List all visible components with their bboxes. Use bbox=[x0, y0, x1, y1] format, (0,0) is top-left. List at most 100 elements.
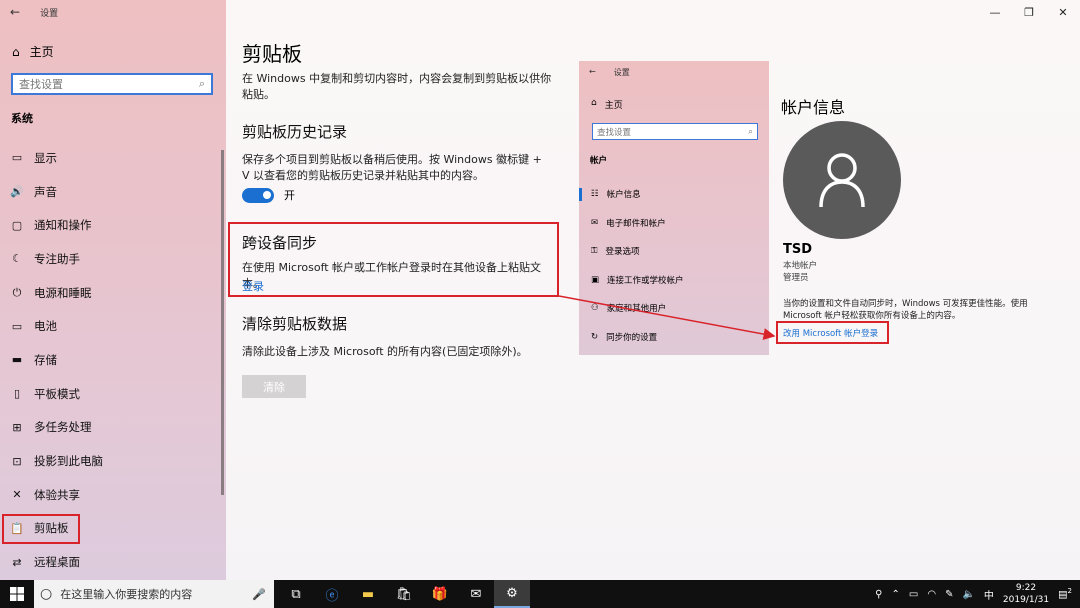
taskbar-search-input[interactable]: ○ 在这里输入你要搜索的内容 🎤 bbox=[34, 580, 274, 608]
clock-date: 2019/1/31 bbox=[1002, 595, 1050, 605]
account-role: 管理员 bbox=[783, 273, 809, 283]
sidebar-item[interactable]: ▢ 通知和操作 bbox=[0, 208, 226, 242]
sidebar: ← 设置 ⌂ 主页 查找设置 ⌕ 系统 ▭ 显示 🔊 声音 ▢ 通知和操作 ☾ 专注助手 ⏻ 电源… bbox=[0, 0, 226, 580]
volume-icon[interactable]: 🔈 bbox=[962, 589, 974, 600]
search-icon: ⌕ bbox=[198, 77, 205, 90]
battery-tray-icon[interactable]: ▭ bbox=[909, 589, 918, 600]
account-type: 本地帐户 bbox=[783, 261, 818, 271]
share-icon: ✕ bbox=[12, 488, 22, 502]
app-title: 设置 bbox=[40, 8, 59, 19]
power-icon: ⏻ bbox=[12, 285, 22, 299]
sidebar-item[interactable]: ☾ 专注助手 bbox=[0, 242, 226, 276]
sidebar-item[interactable]: ⊞ 多任务处理 bbox=[0, 411, 226, 445]
microphone-icon[interactable]: 🎤 bbox=[252, 588, 266, 601]
home-icon: ⌂ bbox=[12, 44, 20, 59]
sidebar-item-label: 显示 bbox=[34, 150, 57, 165]
toggle-label: 开 bbox=[284, 189, 295, 202]
inset-back-arrow-icon: ← bbox=[589, 67, 596, 76]
start-button[interactable] bbox=[0, 580, 34, 608]
history-toggle[interactable] bbox=[242, 187, 274, 203]
sidebar-item[interactable]: ✕ 体验共享 bbox=[0, 478, 226, 512]
minimize-icon[interactable]: — bbox=[978, 0, 1012, 24]
title-bar: ← 设置 bbox=[10, 4, 58, 20]
file-explorer-icon[interactable]: ▬ bbox=[350, 580, 386, 608]
system-tray: ⚲ ⌃ ▭ ◠ ✎ 🔈 中 9:22 2019/1/31 ▤2 bbox=[875, 580, 1080, 608]
switch-microsoft-account-link[interactable]: 改用 Microsoft 帐户登录 bbox=[776, 321, 889, 344]
clock[interactable]: 9:22 2019/1/31 bbox=[1003, 582, 1049, 606]
store-icon[interactable]: 🛍 bbox=[386, 580, 422, 608]
inset-nav-item: ▣ 连接工作或学校帐户 bbox=[579, 266, 769, 295]
inset-settings-screenshot: ← 设置 ⌂ 主页 查找设置 ⌕ 帐户 ☷ 帐户信息 ✉ 电子邮件和帐户 ⚿ 登录选项 ▣ 连… bbox=[579, 61, 769, 355]
sidebar-item-label: 存储 bbox=[34, 352, 57, 367]
action-center-icon[interactable]: ▤2 bbox=[1058, 587, 1072, 600]
inset-nav-item-label: 帐户信息 bbox=[606, 190, 641, 201]
sidebar-item[interactable]: ▭ 显示 bbox=[0, 141, 226, 175]
back-arrow-icon[interactable]: ← bbox=[10, 5, 20, 19]
windows-logo-icon bbox=[10, 587, 24, 601]
intro-text: 在 Windows 中复制和剪切内容时，内容会复制到剪贴板以供你粘贴。 bbox=[242, 72, 552, 101]
clear-heading: 清除剪贴板数据 bbox=[242, 315, 348, 333]
close-icon[interactable]: ✕ bbox=[1046, 0, 1080, 24]
inset-nav-item-label: 家庭和其他用户 bbox=[606, 304, 667, 315]
sidebar-item[interactable]: 🔊 声音 bbox=[0, 175, 226, 209]
account-name: TSD bbox=[783, 242, 813, 257]
inset-search-icon: ⌕ bbox=[748, 126, 753, 137]
sidebar-item-label: 多任务处理 bbox=[34, 420, 92, 435]
nav-list: ▭ 显示 🔊 声音 ▢ 通知和操作 ☾ 专注助手 ⏻ 电源和睡眠 ▭ 电池 ▬ 存储 ▯ 平板模式 ⊞ 多任务处理… bbox=[0, 141, 226, 579]
inset-home-label: 主页 bbox=[604, 101, 623, 111]
people-icon[interactable]: ⚲ bbox=[875, 589, 882, 600]
inset-nav-item: ⚇ 家庭和其他用户 bbox=[579, 294, 769, 323]
sidebar-scrollbar[interactable] bbox=[221, 150, 224, 495]
chevron-up-icon[interactable]: ⌃ bbox=[892, 589, 900, 600]
sidebar-item[interactable]: ⊡ 投影到此电脑 bbox=[0, 444, 226, 478]
maximize-icon[interactable]: ❐ bbox=[1012, 0, 1046, 24]
inset-nav-item-label: 电子邮件和帐户 bbox=[606, 218, 666, 229]
sidebar-item[interactable]: ▬ 存储 bbox=[0, 343, 226, 377]
inset-nav-item: ⚿ 登录选项 bbox=[579, 237, 769, 266]
inset-nav-list: ☷ 帐户信息 ✉ 电子邮件和帐户 ⚿ 登录选项 ▣ 连接工作或学校帐户 ⚇ 家庭和其他用户 ↻ 同步你… bbox=[579, 180, 769, 351]
settings-gear-icon[interactable]: ⚙ bbox=[494, 580, 530, 608]
edge-icon[interactable]: ⓔ bbox=[314, 580, 350, 608]
project-icon: ⊡ bbox=[12, 454, 22, 468]
avatar bbox=[783, 121, 901, 239]
history-desc: 保存多个项目到剪贴板以备稍后使用。按 Windows 徽标键 + V 以查看您的… bbox=[242, 153, 542, 182]
key-icon: ⚿ bbox=[591, 246, 598, 257]
person-icon bbox=[819, 153, 865, 208]
ime-indicator[interactable]: 中 bbox=[984, 587, 994, 602]
battery-icon: ▭ bbox=[11, 319, 23, 333]
account-desc: 当你的设置和文件自动同步时，Windows 可发挥更佳性能。使用 Microso… bbox=[783, 299, 1028, 321]
sync-heading: 跨设备同步 bbox=[242, 234, 318, 252]
inset-section-title: 帐户 bbox=[590, 156, 608, 166]
mail-icon[interactable]: ✉ bbox=[458, 580, 494, 608]
pen-icon[interactable]: ✎ bbox=[945, 589, 953, 600]
page-title: 剪贴板 bbox=[242, 42, 302, 66]
search-input[interactable]: 查找设置 ⌕ bbox=[11, 73, 213, 95]
notification-badge: 2 bbox=[1067, 587, 1072, 596]
remote-icon: ⇄ bbox=[12, 555, 22, 569]
sidebar-item[interactable]: ▯ 平板模式 bbox=[0, 377, 226, 411]
clear-desc: 清除此设备上涉及 Microsoft 的所有内容(已固定项除外)。 bbox=[242, 345, 528, 358]
task-view-icon[interactable]: ⧉ bbox=[278, 580, 314, 608]
taskbar: ○ 在这里输入你要搜索的内容 🎤 ⧉ ⓔ ▬ 🛍 🎁 ✉ ⚙ ⚲ ⌃ ▭ ◠ ✎… bbox=[0, 580, 1080, 608]
clear-button[interactable]: 清除 bbox=[242, 375, 306, 398]
sync-login-link[interactable]: 登录 bbox=[242, 279, 552, 295]
gift-icon[interactable]: 🎁 bbox=[422, 580, 458, 608]
sound-icon: 🔊 bbox=[10, 185, 24, 199]
nav-home[interactable]: ⌂ 主页 bbox=[12, 43, 54, 60]
window-controls: — ❐ ✕ bbox=[978, 0, 1080, 24]
history-toggle-row: 开 bbox=[242, 187, 295, 203]
sidebar-item[interactable]: ⏻ 电源和睡眠 bbox=[0, 276, 226, 310]
inset-nav-item: ↻ 同步你的设置 bbox=[579, 323, 769, 352]
wifi-icon[interactable]: ◠ bbox=[927, 589, 936, 600]
inset-nav-item: ✉ 电子邮件和帐户 bbox=[579, 209, 769, 238]
family-icon: ⚇ bbox=[591, 303, 599, 314]
inset-nav-item: ☷ 帐户信息 bbox=[579, 180, 769, 209]
sidebar-item[interactable]: ▭ 电池 bbox=[0, 309, 226, 343]
main-content: — ❐ ✕ 剪贴板 在 Windows 中复制和剪切内容时，内容会复制到剪贴板以… bbox=[226, 0, 1080, 580]
sidebar-item[interactable]: 📋 剪贴板 bbox=[0, 512, 226, 546]
sidebar-item[interactable]: ⇄ 远程桌面 bbox=[0, 545, 226, 579]
person-card-icon: ☷ bbox=[591, 189, 599, 200]
cortana-icon: ○ bbox=[40, 586, 53, 602]
sidebar-item-label: 投影到此电脑 bbox=[34, 454, 103, 469]
inset-nav-home: ⌂ 主页 bbox=[591, 98, 623, 111]
